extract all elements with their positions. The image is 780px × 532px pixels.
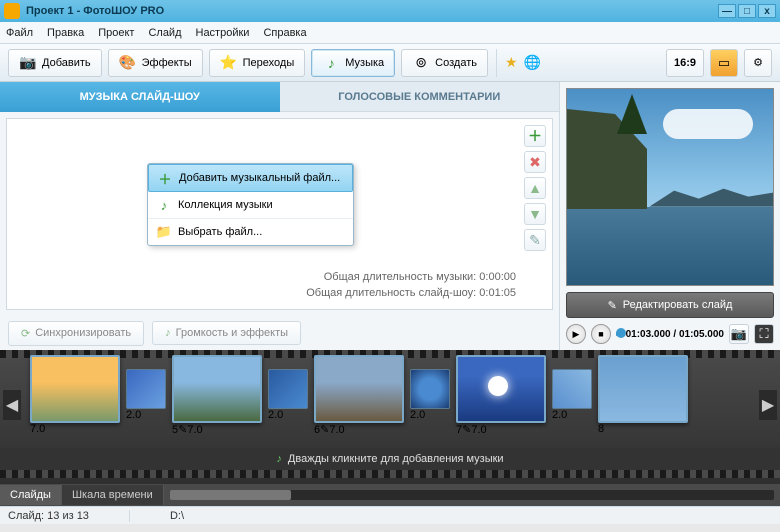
note-icon: ♪ [165, 327, 171, 339]
app-icon [4, 3, 20, 19]
music-list-area: ＋ ✖ ▲ ▼ ✎ ＋Добавить музыкальный файл... … [6, 118, 553, 310]
pencil-icon: ✎ [608, 299, 617, 312]
sync-icon: ⟳ [21, 327, 30, 340]
favorite-icon[interactable]: ★ [505, 54, 518, 71]
layout-button[interactable]: ▭ [710, 49, 738, 77]
main-toolbar: 📷Добавить 🎨Эффекты ⭐Переходы ♪Музыка ⊚Со… [0, 44, 780, 82]
folder-icon: 📁 [156, 224, 172, 240]
eyedropper-button[interactable]: ✎ [524, 229, 546, 251]
edit-icon[interactable]: ✎ [178, 424, 187, 436]
project-path: D:\ [170, 510, 184, 522]
settings-button[interactable]: ⚙ [744, 49, 772, 77]
titlebar: Проект 1 - ФотоШОУ PRO — □ х [0, 0, 780, 22]
scroll-left-button[interactable]: ◀ [3, 390, 21, 420]
add-track-button[interactable]: ＋ [524, 125, 546, 147]
globe-icon[interactable]: 🌐 [524, 54, 541, 71]
disc-icon: ⊚ [412, 54, 430, 72]
plus-icon: ＋ [157, 170, 173, 186]
seek-slider[interactable] [616, 332, 621, 336]
menu-choose-file[interactable]: 📁Выбрать файл... [148, 219, 353, 245]
timecode: 01:03.000 / 01:05.000 [626, 329, 724, 340]
fullscreen-button[interactable]: ⛶ [754, 324, 774, 344]
play-button[interactable]: ▶ [566, 324, 586, 344]
effects-button[interactable]: 🎨Эффекты [108, 49, 203, 77]
music-button[interactable]: ♪Музыка [311, 49, 395, 77]
aspect-ratio-button[interactable]: 16:9 [666, 49, 704, 77]
duration-info: Общая длительность музыки: 0:00:00 Общая… [306, 270, 516, 301]
tab-slideshow-music[interactable]: МУЗЫКА СЛАЙД-ШОУ [0, 82, 280, 112]
snapshot-button[interactable]: 📷 [729, 324, 749, 344]
edit-slide-button[interactable]: ✎Редактировать слайд [566, 292, 774, 318]
transition-thumb[interactable] [410, 369, 450, 409]
window-title: Проект 1 - ФотоШОУ PRO [26, 5, 164, 17]
sync-button[interactable]: ⟳Синхронизировать [8, 321, 144, 346]
note-icon: ♪ [276, 453, 282, 465]
tab-timeline[interactable]: Шкала времени [62, 485, 164, 505]
menu-add-music-file[interactable]: ＋Добавить музыкальный файл... [148, 164, 353, 192]
stop-button[interactable]: ■ [591, 324, 611, 344]
close-button[interactable]: х [758, 4, 776, 18]
menu-edit[interactable]: Правка [47, 27, 84, 39]
move-up-button[interactable]: ▲ [524, 177, 546, 199]
tab-voice-comments[interactable]: ГОЛОСОВЫЕ КОММЕНТАРИИ [280, 82, 560, 112]
menu-file[interactable]: Файл [6, 27, 33, 39]
menubar: Файл Правка Проект Слайд Настройки Справ… [0, 22, 780, 44]
timeline-tabs: Слайды Шкала времени [0, 484, 780, 506]
star-icon: ⭐ [220, 54, 238, 72]
remove-track-button[interactable]: ✖ [524, 151, 546, 173]
timeline-panel: ◀ ▶ 7.0 2.0 5✎7.0 2.0 6✎7.0 2.0 7✎7.0 2.… [0, 350, 780, 484]
add-button[interactable]: 📷Добавить [8, 49, 102, 77]
music-icon: ♪ [322, 54, 340, 72]
note-icon: ♪ [156, 197, 172, 213]
timeline-scrollbar[interactable] [170, 490, 774, 500]
gear-icon: ⚙ [753, 56, 763, 69]
slide-thumb[interactable] [172, 355, 262, 423]
slide-count: Слайд: 13 из 13 [8, 510, 89, 522]
edit-icon[interactable]: ✎ [462, 424, 471, 436]
maximize-button[interactable]: □ [738, 4, 756, 18]
add-music-menu: ＋Добавить музыкальный файл... ♪Коллекция… [147, 163, 354, 246]
slide-thumb[interactable] [30, 355, 120, 423]
slide-thumb[interactable] [314, 355, 404, 423]
transition-thumb[interactable] [552, 369, 592, 409]
tab-slides[interactable]: Слайды [0, 485, 62, 505]
transition-thumb[interactable] [268, 369, 308, 409]
slide-thumb[interactable] [598, 355, 688, 423]
volume-effects-button[interactable]: ♪Громкость и эффекты [152, 321, 301, 345]
move-down-button[interactable]: ▼ [524, 203, 546, 225]
edit-icon[interactable]: ✎ [320, 424, 329, 436]
statusbar: Слайд: 13 из 13 D:\ [0, 506, 780, 524]
transition-thumb[interactable] [126, 369, 166, 409]
camera-icon: 📷 [19, 54, 37, 72]
menu-help[interactable]: Справка [263, 27, 306, 39]
menu-slide[interactable]: Слайд [148, 27, 181, 39]
menu-project[interactable]: Проект [98, 27, 134, 39]
menu-music-collection[interactable]: ♪Коллекция музыки [148, 192, 353, 219]
palette-icon: 🎨 [119, 54, 137, 72]
transitions-button[interactable]: ⭐Переходы [209, 49, 306, 77]
preview-panel [566, 88, 774, 286]
create-button[interactable]: ⊚Создать [401, 49, 488, 77]
scroll-right-button[interactable]: ▶ [759, 390, 777, 420]
menu-settings[interactable]: Настройки [196, 27, 250, 39]
minimize-button[interactable]: — [718, 4, 736, 18]
slide-thumb[interactable] [456, 355, 546, 423]
